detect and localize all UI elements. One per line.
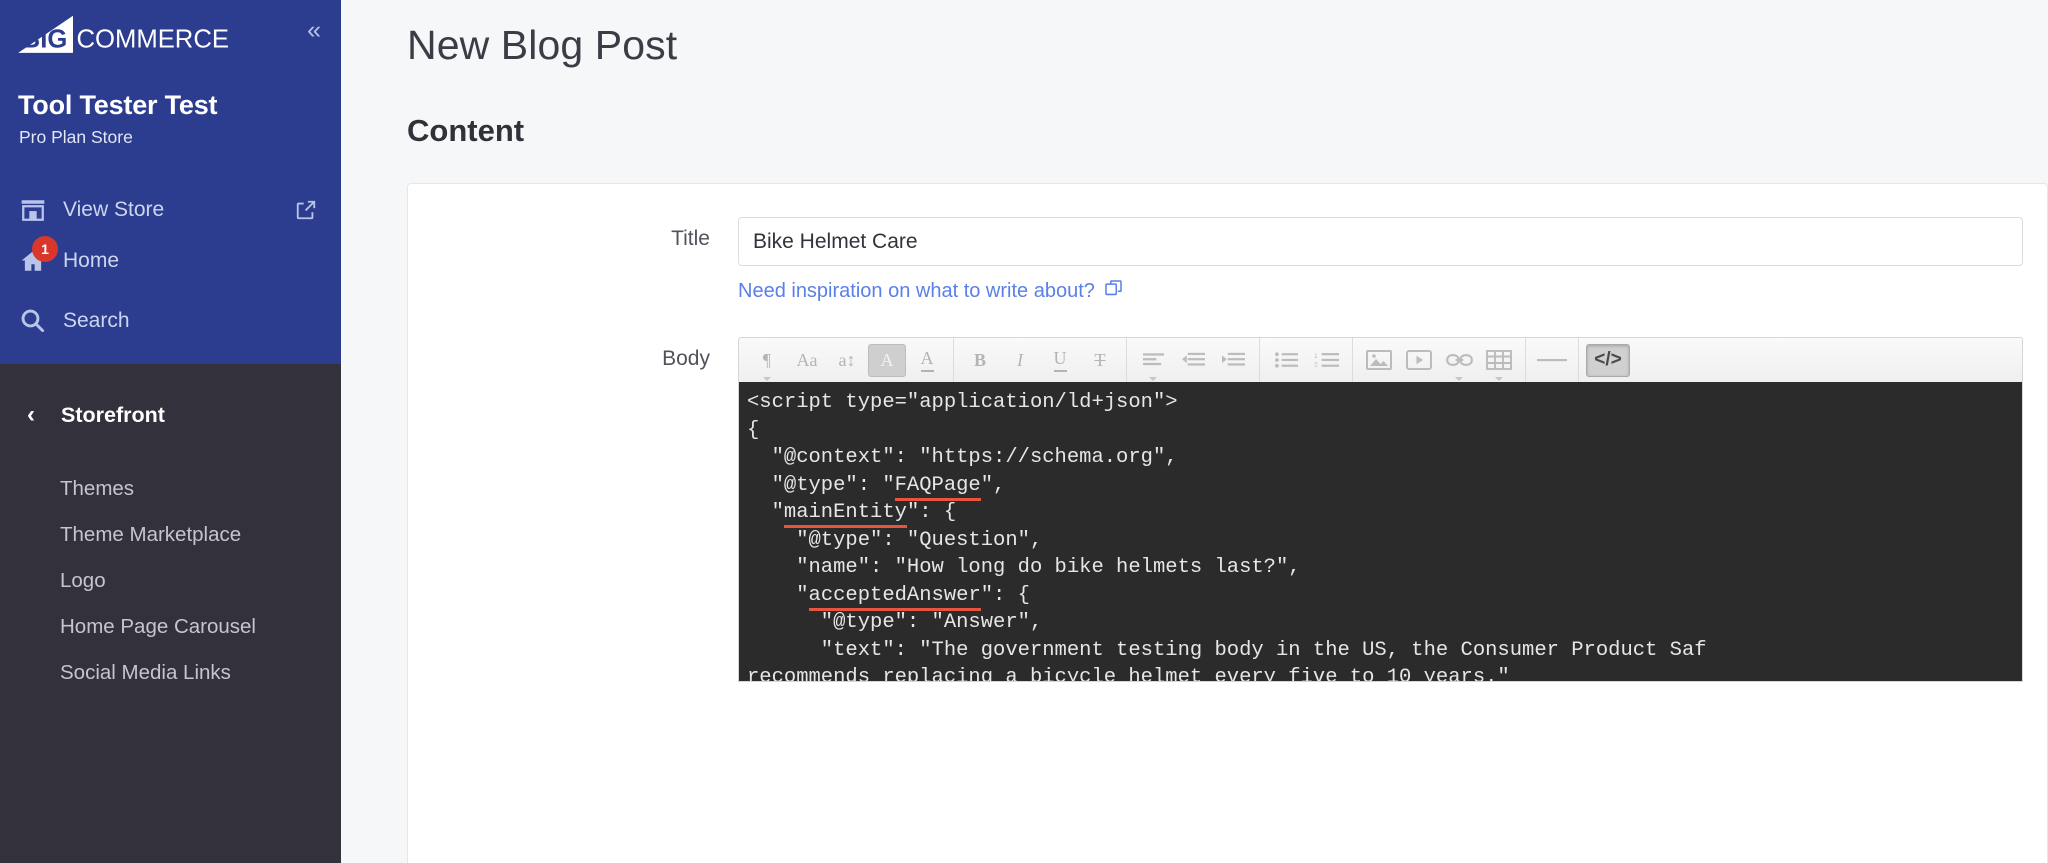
external-link-icon[interactable] [295,199,317,221]
home-icon: 1 [19,246,53,276]
insert-image-button[interactable] [1360,344,1398,377]
insert-link-button[interactable] [1440,344,1478,377]
submenu-item-label: Logo [60,569,106,593]
italic-button[interactable]: I [1001,344,1039,377]
content-card: Title Need inspiration on what to write … [407,183,2048,863]
editor-toolbar: ¶ Aa a↕ A A B I U T [738,337,2023,382]
sidebar-item-view-store[interactable]: View Store [0,184,341,235]
horizontal-rule-button[interactable] [1533,344,1571,377]
toolbar-group-alignment [1127,338,1260,382]
need-inspiration-label: Need inspiration on what to write about? [738,280,1095,303]
content-section-title: Content [341,69,2048,149]
toolbar-group-source: </> [1579,338,1637,382]
source-code-textarea[interactable]: <script type="application/ld+json">{ "@c… [738,382,2023,682]
body-field-row: Body ¶ Aa a↕ A A B I U [408,304,2047,682]
text-color-button[interactable]: A [908,344,946,377]
toolbar-group-formatting: B I U T [954,338,1127,382]
chevron-down-icon [1149,377,1157,381]
toolbar-group-text-style: ¶ Aa a↕ A A [741,338,954,382]
storefront-submenu: ‹ Storefront Themes Theme Marketplace Lo… [0,364,341,863]
title-field-row: Title [408,184,2047,266]
svg-text:2: 2 [1314,362,1318,368]
sidebar-item-social-media-links[interactable]: Social Media Links [0,650,341,696]
font-family-button[interactable]: Aa [788,344,826,377]
store-icon [19,195,53,225]
rich-text-editor: ¶ Aa a↕ A A B I U T [738,337,2023,682]
sidebar-item-search[interactable]: Search [0,295,341,346]
submenu-item-label: Themes [60,477,134,501]
sidebar-item-label: Home [63,249,119,273]
primary-nav: View Store 1 Home [0,148,341,346]
insert-table-button[interactable] [1480,344,1518,377]
external-window-icon [1104,279,1123,304]
page-title: New Blog Post [341,0,2048,69]
title-field-label: Title [408,217,738,251]
source-code-button[interactable]: </> [1586,344,1630,377]
insert-video-button[interactable] [1400,344,1438,377]
toolbar-group-lists: 12 [1260,338,1353,382]
svg-text:1: 1 [1314,353,1318,360]
sidebar-item-label: View Store [63,198,164,222]
search-icon [19,306,53,336]
sidebar-item-themes[interactable]: Themes [0,466,341,512]
align-left-button[interactable] [1134,344,1172,377]
title-input[interactable] [738,217,2023,266]
body-field-label: Body [408,337,738,371]
logo-row: BIG COMMERCE « [0,0,341,62]
numbered-list-button[interactable]: 12 [1307,344,1345,377]
notification-badge: 1 [32,236,58,262]
submenu-item-label: Theme Marketplace [60,523,241,547]
submenu-list: Themes Theme Marketplace Logo Home Page … [0,436,341,696]
bigcommerce-logo[interactable]: BIG COMMERCE [8,14,276,60]
sidebar-item-home[interactable]: 1 Home [0,235,341,286]
svg-text:COMMERCE: COMMERCE [77,26,229,54]
paragraph-format-button[interactable]: ¶ [748,344,786,377]
sidebar-item-home-page-carousel[interactable]: Home Page Carousel [0,604,341,650]
store-plan: Pro Plan Store [0,121,341,148]
application-root: BIG COMMERCE « Tool Tester Test Pro Plan… [0,0,2048,863]
chevron-down-icon [1495,377,1503,381]
bulleted-list-button[interactable] [1267,344,1305,377]
font-size-button[interactable]: a↕ [828,344,866,377]
outdent-button[interactable] [1174,344,1212,377]
submenu-title: Storefront [61,403,165,428]
svg-text:BIG: BIG [22,26,68,54]
toolbar-group-insert [1353,338,1526,382]
toolbar-group-rule [1526,338,1579,382]
sidebar-item-label: Search [63,309,130,333]
store-name: Tool Tester Test [0,62,341,121]
main-content: New Blog Post Content Title Need inspira… [341,0,2048,863]
need-inspiration-link[interactable]: Need inspiration on what to write about? [738,279,1123,304]
double-chevron-left-icon[interactable]: « [307,18,319,43]
sidebar-top-section: BIG COMMERCE « Tool Tester Test Pro Plan… [0,0,341,364]
indent-button[interactable] [1214,344,1252,377]
sidebar-item-logo[interactable]: Logo [0,558,341,604]
nav-spacer [0,286,341,295]
bold-button[interactable]: B [961,344,999,377]
submenu-back-header[interactable]: ‹ Storefront [0,394,341,436]
chevron-left-icon[interactable]: ‹ [27,403,35,427]
sidebar-item-theme-marketplace[interactable]: Theme Marketplace [0,512,341,558]
inspiration-row: Need inspiration on what to write about? [408,266,2047,304]
chevron-down-icon [1455,377,1463,381]
underline-button[interactable]: U [1041,344,1079,377]
submenu-item-label: Social Media Links [60,661,231,685]
strikethrough-button[interactable]: T [1081,344,1119,377]
submenu-item-label: Home Page Carousel [60,615,256,639]
sidebar: BIG COMMERCE « Tool Tester Test Pro Plan… [0,0,341,863]
chevron-down-icon [763,377,771,381]
label-spacer [408,279,738,304]
text-highlight-color-button[interactable]: A [868,344,906,377]
